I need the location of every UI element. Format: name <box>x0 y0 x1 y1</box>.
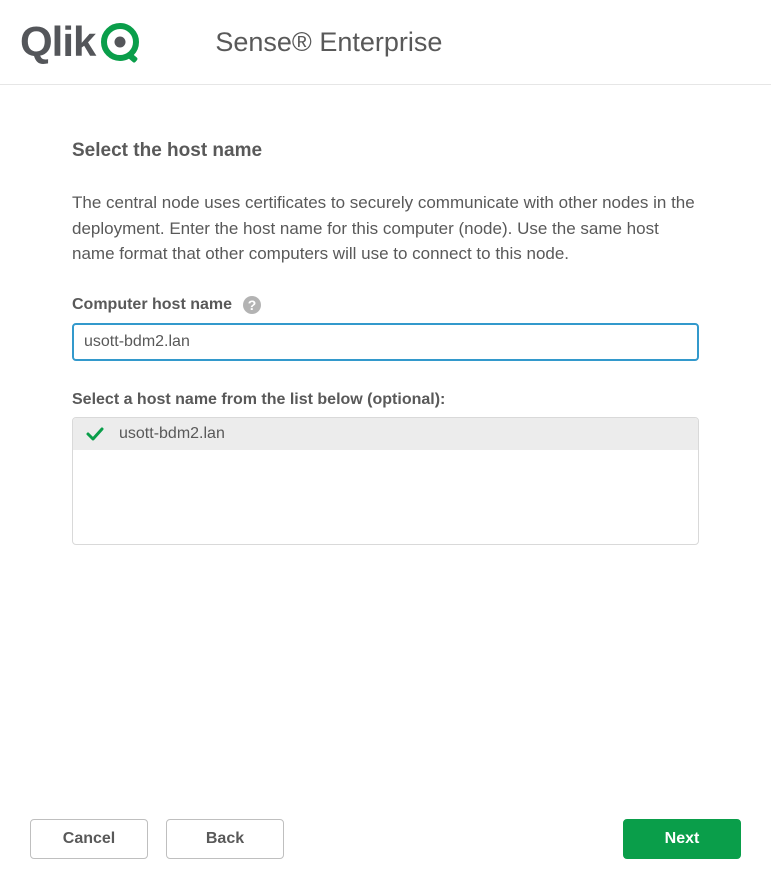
host-item-text: usott-bdm2.lan <box>119 425 225 443</box>
logo-text: Qlik <box>20 18 95 66</box>
step-description: The central node uses certificates to se… <box>72 190 699 267</box>
hostname-label-row: Computer host name ? <box>72 295 699 315</box>
hostname-input[interactable] <box>72 323 699 361</box>
product-title: Sense® Enterprise <box>215 27 442 58</box>
logo: Qlik <box>20 18 143 66</box>
hostname-label: Computer host name <box>72 296 232 314</box>
main-content: Select the host name The central node us… <box>0 85 771 801</box>
svg-text:?: ? <box>248 297 257 313</box>
check-icon <box>85 424 105 444</box>
header: Qlik Sense® Enterprise <box>0 0 771 85</box>
logo-q-icon <box>101 21 143 63</box>
cancel-button[interactable]: Cancel <box>30 819 148 859</box>
step-heading: Select the host name <box>72 140 699 162</box>
next-button[interactable]: Next <box>623 819 741 859</box>
host-list-label: Select a host name from the list below (… <box>72 391 699 409</box>
host-list: usott-bdm2.lan <box>72 417 699 545</box>
host-list-item[interactable]: usott-bdm2.lan <box>73 418 698 450</box>
footer: Cancel Back Next <box>0 801 771 883</box>
back-button[interactable]: Back <box>166 819 284 859</box>
help-icon[interactable]: ? <box>242 295 262 315</box>
footer-left: Cancel Back <box>30 819 284 859</box>
